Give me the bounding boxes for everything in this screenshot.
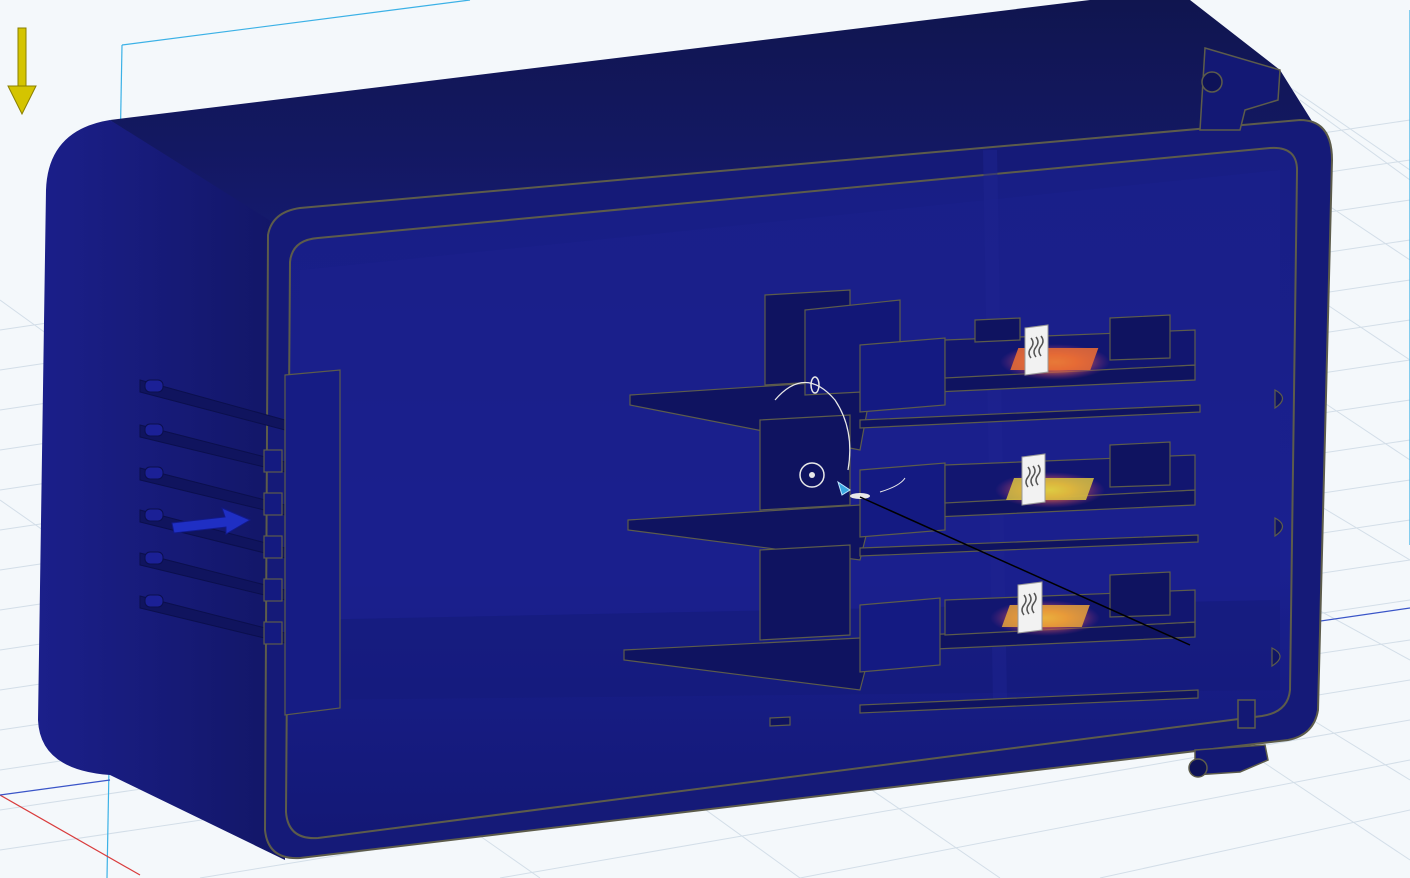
3d-viewport[interactable]: [0, 0, 1410, 878]
heat-source-icon[interactable]: [1017, 581, 1043, 634]
gravity-arrow-icon[interactable]: [7, 27, 37, 116]
enclosure-body[interactable]: [38, 0, 1334, 860]
heat-source-icon[interactable]: [1024, 324, 1049, 376]
heat-source-icon[interactable]: [1021, 453, 1046, 506]
